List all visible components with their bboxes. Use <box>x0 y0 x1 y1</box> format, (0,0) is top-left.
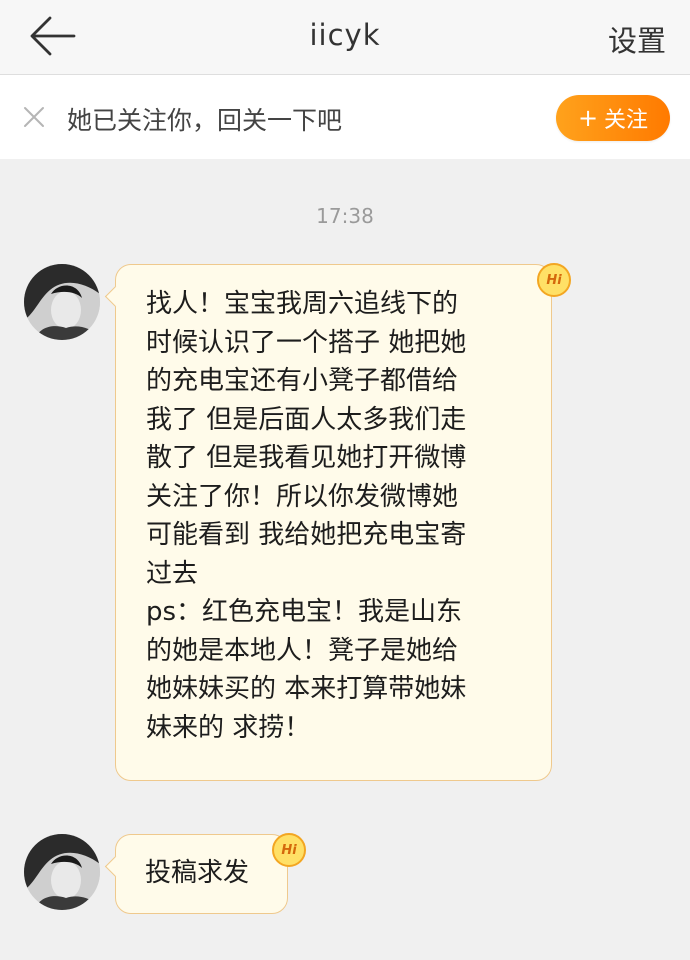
top-nav-bar: iicyk 设置 <box>0 0 690 75</box>
message-bubble[interactable]: 投稿求发 <box>104 834 288 914</box>
plus-icon: + <box>577 104 599 132</box>
hi-badge-icon: Hi <box>272 833 306 867</box>
follow-back-text: 她已关注你，回关一下吧 <box>67 106 343 135</box>
message-text: 投稿求发 <box>145 858 250 888</box>
bubble-tail <box>104 285 126 308</box>
bubble-tail <box>104 855 126 878</box>
hi-badge-icon: Hi <box>537 263 571 297</box>
chat-title: iicyk <box>309 18 381 52</box>
follow-button-label: 关注 <box>604 108 649 133</box>
close-icon[interactable] <box>22 105 46 129</box>
avatar[interactable] <box>24 834 100 910</box>
settings-button[interactable]: 设置 <box>608 18 666 60</box>
message-timestamp: 17:38 <box>316 204 374 228</box>
follow-button[interactable]: + 关注 <box>556 95 670 141</box>
message-text: 找人！宝宝我周六追线下的 时候认识了一个搭子 她把她 的充电宝还有小凳子都借给 … <box>146 289 467 743</box>
message-bubble[interactable]: 找人！宝宝我周六追线下的 时候认识了一个搭子 她把她 的充电宝还有小凳子都借给 … <box>104 264 552 781</box>
avatar[interactable] <box>24 264 100 340</box>
follow-back-banner: 她已关注你，回关一下吧 + 关注 <box>0 75 690 159</box>
